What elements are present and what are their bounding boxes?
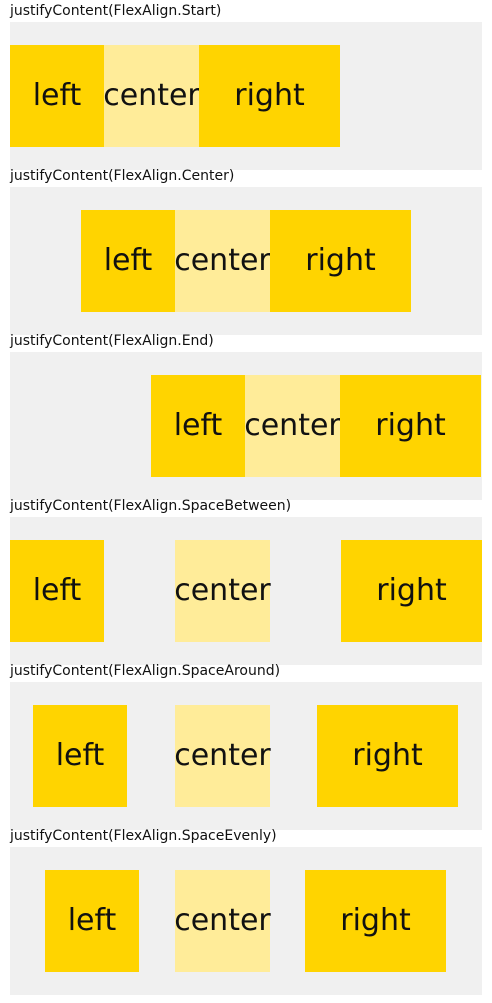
flex-start-container: left center right (10, 22, 482, 170)
center-item: center (174, 870, 271, 972)
flex-space-between-container: left center right (10, 517, 482, 665)
center-item: center (174, 210, 271, 312)
flex-end-section: justifyContent(FlexAlign.End) left cente… (0, 330, 492, 500)
right-item: right (270, 210, 411, 312)
right-item: right (340, 375, 481, 477)
flex-space-between-section: justifyContent(FlexAlign.SpaceBetween) l… (0, 495, 492, 665)
flex-space-evenly-container: left center right (10, 847, 482, 995)
center-item: center (174, 540, 271, 642)
flex-end-caption: justifyContent(FlexAlign.End) (10, 333, 214, 349)
left-item: left (10, 45, 104, 147)
flex-space-evenly-caption: justifyContent(FlexAlign.SpaceEvenly) (10, 828, 277, 844)
flex-space-around-section: justifyContent(FlexAlign.SpaceAround) le… (0, 660, 492, 830)
flex-space-around-container: left center right (10, 682, 482, 830)
center-item: center (244, 375, 341, 477)
left-item: left (10, 540, 104, 642)
left-item: left (45, 870, 139, 972)
flex-start-caption: justifyContent(FlexAlign.Start) (10, 3, 222, 19)
right-item: right (341, 540, 482, 642)
left-item: left (81, 210, 175, 312)
flex-space-around-caption: justifyContent(FlexAlign.SpaceAround) (10, 663, 281, 679)
right-item: right (305, 870, 446, 972)
left-item: left (151, 375, 245, 477)
flex-start-section: justifyContent(FlexAlign.Start) left cen… (0, 0, 492, 170)
center-item: center (174, 705, 271, 807)
left-item: left (33, 705, 127, 807)
right-item: right (199, 45, 340, 147)
center-item: center (103, 45, 200, 147)
flex-space-evenly-section: justifyContent(FlexAlign.SpaceEvenly) le… (0, 825, 492, 995)
flex-center-container: left center right (10, 187, 482, 335)
flex-center-section: justifyContent(FlexAlign.Center) left ce… (0, 165, 492, 335)
flex-center-caption: justifyContent(FlexAlign.Center) (10, 168, 235, 184)
right-item: right (317, 705, 458, 807)
flex-end-container: left center right (10, 352, 482, 500)
flex-space-between-caption: justifyContent(FlexAlign.SpaceBetween) (10, 498, 292, 514)
